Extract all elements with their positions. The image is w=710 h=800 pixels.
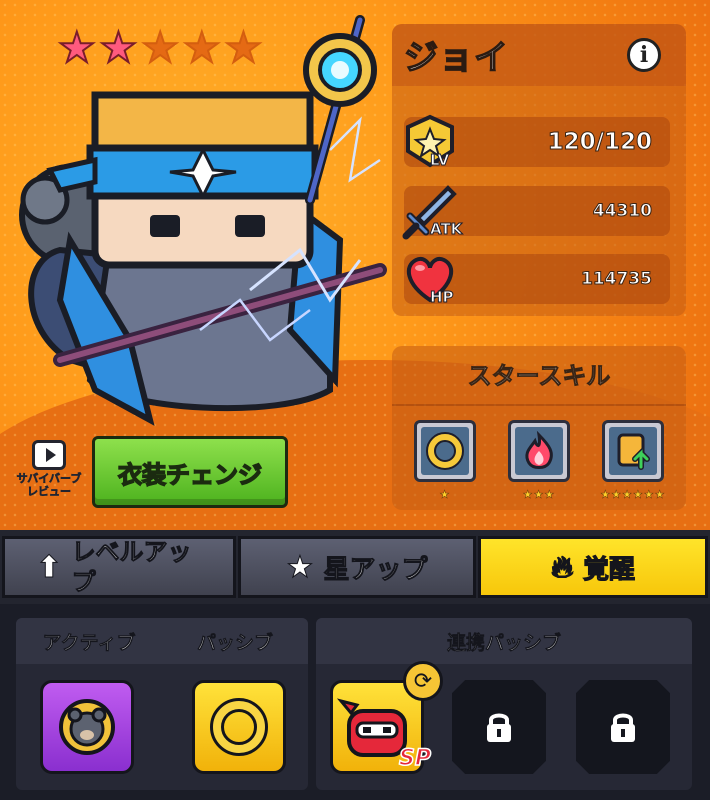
ring-skill-icon bbox=[210, 698, 268, 756]
survivor-review-button[interactable]: サバイバーブレビュー bbox=[14, 440, 84, 498]
tab-level-up-label: レベルアップ bbox=[71, 538, 192, 597]
stat-row-atk: ATK 44310 bbox=[402, 185, 670, 240]
hero-character-illustration bbox=[19, 15, 387, 426]
info-icon: i bbox=[639, 42, 649, 68]
tv-play-icon bbox=[32, 440, 66, 470]
link-passive-slot-1[interactable]: SP ⟳ bbox=[330, 661, 443, 774]
star-skill-2[interactable] bbox=[508, 420, 570, 482]
info-button[interactable]: i bbox=[627, 38, 661, 72]
tab-awaken[interactable]: 🔥︎ 覚醒 bbox=[478, 536, 708, 598]
active-skill-slot[interactable] bbox=[40, 680, 134, 774]
star-skill-title: スタースキル bbox=[467, 362, 611, 391]
flame-icon: 🔥︎ bbox=[550, 549, 573, 585]
star-skill-divider bbox=[392, 404, 686, 406]
stat-label-lv: LV bbox=[429, 151, 450, 170]
active-label: アクティブ bbox=[42, 632, 136, 655]
link-passive-slot-3-locked[interactable] bbox=[576, 680, 670, 774]
stat-value-atk: 44310 bbox=[592, 201, 652, 222]
tab-star-up[interactable]: ★ 星アップ bbox=[238, 536, 476, 598]
star-skill-2-stars: ★★★ bbox=[522, 488, 556, 502]
link-passive-label: 連携パッシブ bbox=[446, 632, 562, 655]
sp-badge: SP bbox=[398, 745, 431, 772]
costume-change-button[interactable]: 衣装チェンジ bbox=[92, 436, 288, 508]
up-arrow-icon: ⬆ bbox=[36, 549, 62, 585]
lock-icon bbox=[487, 713, 511, 742]
tab-awaken-label: 覚醒 bbox=[582, 554, 636, 585]
stat-row-lv: LV 120/120 bbox=[404, 114, 670, 170]
flame-skill-icon bbox=[515, 427, 563, 475]
tab-star-up-label: 星アップ bbox=[323, 554, 428, 585]
star-skill-1[interactable] bbox=[414, 420, 476, 482]
hero-stage: ★ ★ ★ ★ ★ ジョイ i LV 120/120 ATK 44310 HP … bbox=[0, 0, 710, 530]
passive-skill-slot[interactable] bbox=[192, 680, 286, 774]
ring-skill-icon bbox=[421, 427, 469, 475]
star-skill-1-stars: ★ bbox=[439, 488, 451, 502]
swap-icon[interactable]: ⟳ bbox=[403, 661, 443, 701]
stat-value-hp: 114735 bbox=[581, 269, 653, 290]
star-skill-3[interactable] bbox=[602, 420, 664, 482]
passive-label: パッシブ bbox=[196, 632, 274, 655]
tab-level-up[interactable]: ⬆ レベルアップ bbox=[2, 536, 236, 598]
star-skill-3-stars: ★★★★★★ bbox=[600, 488, 666, 502]
upgrade-tab-bar: ⬆ レベルアップ ★ 星アップ 🔥︎ 覚醒 bbox=[0, 530, 710, 604]
star-icon: ★ bbox=[286, 549, 314, 585]
scroll-up-skill-icon bbox=[609, 427, 657, 475]
bear-skill-icon bbox=[59, 699, 115, 755]
survivor-review-label: サバイバーブレビュー bbox=[16, 472, 82, 499]
link-passive-slot-2-locked[interactable] bbox=[452, 680, 546, 774]
stat-label-atk: ATK bbox=[429, 220, 463, 239]
lock-icon bbox=[611, 713, 635, 742]
stat-value-lv: 120/120 bbox=[547, 129, 652, 156]
hero-name: ジョイ bbox=[403, 37, 509, 79]
stat-row-hp: HP 114735 bbox=[404, 254, 670, 307]
stat-label-hp: HP bbox=[430, 288, 455, 307]
